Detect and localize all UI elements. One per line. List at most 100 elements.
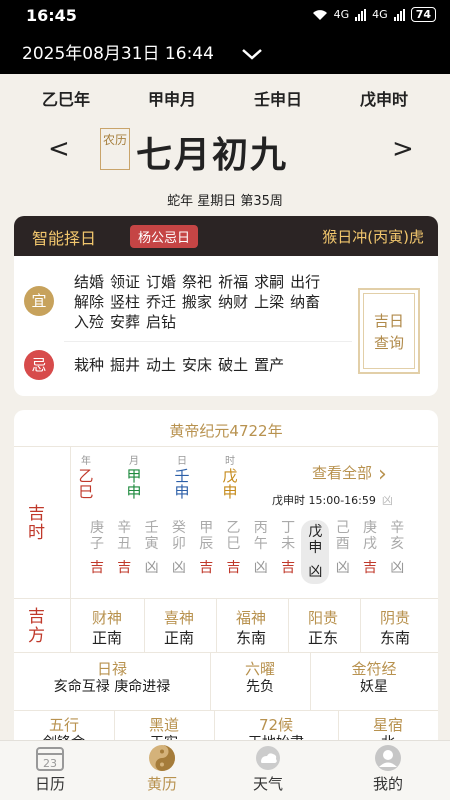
direction-value: 东南 <box>235 629 266 647</box>
hour-zhi: 未 <box>281 536 296 552</box>
tab-profile[interactable]: 我的 <box>338 743 438 794</box>
hour-zhi: 亥 <box>390 536 405 552</box>
xiu-key: 星宿 <box>372 716 403 734</box>
ji-item: 安床 <box>182 356 213 374</box>
current-hour: 戊申时 15:00-16:59 凶 <box>272 492 393 508</box>
lunar-badge: 农历 <box>100 128 130 170</box>
direction-value: 正南 <box>163 629 194 647</box>
hour-gan: 甲 <box>199 520 214 536</box>
direction-value: 正南 <box>91 629 122 647</box>
direction-value: 正东 <box>307 629 338 647</box>
hour-item[interactable]: 甲辰吉 <box>193 520 219 576</box>
hour-zhi: 申 <box>308 540 323 556</box>
direction-key: 阴贵 <box>379 609 410 627</box>
tab-calendar[interactable]: 23 日历 <box>0 743 100 794</box>
divider <box>14 598 438 599</box>
yi-item: 求嗣 <box>254 273 285 291</box>
current-hour-status: 凶 <box>381 494 393 507</box>
yi-item: 搬家 <box>182 293 213 311</box>
zodiac-year: 蛇年 <box>167 194 194 209</box>
chevron-down-icon[interactable] <box>241 45 263 64</box>
tab-calendar-label: 日历 <box>34 775 65 793</box>
pillar-zhi: 申 <box>174 483 190 501</box>
lunar-date: 七月初九 <box>136 135 289 176</box>
hour-zhi: 巳 <box>226 536 241 552</box>
tab-almanac[interactable]: 黄历 <box>112 743 212 794</box>
hour-item[interactable]: 庚戌吉 <box>357 520 383 576</box>
chevron-right-icon: › <box>378 462 387 487</box>
pillar-gan: 戊 <box>222 467 238 485</box>
hour-st: 吉 <box>363 560 377 576</box>
ji-item: 栽种 <box>74 356 105 374</box>
current-datetime[interactable]: 2025年08月31日 16:44 <box>22 39 214 64</box>
hour-st: 吉 <box>117 560 132 576</box>
tab-almanac-label: 黄历 <box>146 775 177 793</box>
hour-st: 凶 <box>390 560 405 576</box>
hour-gan: 己 <box>335 520 350 536</box>
hour-gan: 丁 <box>281 520 296 536</box>
hour-zhi: 子 <box>90 536 104 552</box>
divider <box>14 652 438 653</box>
divider <box>70 598 71 652</box>
hour-item[interactable]: 己酉凶 <box>330 520 356 576</box>
lucky-day-query-label: 吉日查询 <box>373 312 404 352</box>
hour-st: 凶 <box>171 560 186 576</box>
hour-item[interactable]: 壬寅凶 <box>139 520 165 576</box>
calendar-icon: 23 <box>0 743 100 773</box>
pillar-1: 月甲申 <box>122 456 146 500</box>
view-all-link[interactable]: 查看全部 › <box>312 462 387 487</box>
pillar-gan: 乙 <box>78 467 94 485</box>
tab-weather[interactable]: 天气 <box>218 743 318 794</box>
huangdi-era: 黄帝纪元4722年 <box>169 422 283 440</box>
yi-badge: 宜 <box>24 286 54 316</box>
hour-gan: 庚 <box>363 520 377 536</box>
divider <box>14 710 438 711</box>
hour-item[interactable]: 丁未吉 <box>275 520 301 576</box>
yi-item: 纳畜 <box>290 293 321 311</box>
hour-st: 吉 <box>226 560 241 576</box>
ji-item: 破土 <box>218 356 249 374</box>
hour-item[interactable]: 丙午凶 <box>248 520 274 576</box>
prev-day-button[interactable]: < <box>48 134 70 164</box>
divider <box>288 598 289 652</box>
yiji-card[interactable]: 智能择日 杨公忌日 猴日冲(丙寅)虎 宜 结婚 领证 订婚 祭祀 祈福 求嗣 出行解除 竖柱乔… <box>14 216 438 396</box>
ji-list: 栽种 掘井 动土 安床 破土 置产 <box>74 354 354 375</box>
pillar-gan: 甲 <box>126 467 142 485</box>
hour-list[interactable]: 庚子吉辛丑吉壬寅凶癸卯凶甲辰吉乙巳吉丙午凶丁未吉戊申凶己酉凶庚戌吉辛亥凶 <box>84 520 434 600</box>
hour-item[interactable]: 辛亥凶 <box>384 520 410 576</box>
direction-item: 阳贵 正东 <box>288 608 358 648</box>
hour-item[interactable]: 庚子吉 <box>84 520 110 576</box>
ji-item: 动土 <box>146 356 177 374</box>
bottom-tab-bar: 23 日历 黄历 天气 我的 <box>0 740 450 800</box>
next-day-button[interactable]: > <box>392 134 414 164</box>
hour-item[interactable]: 辛丑吉 <box>111 520 137 576</box>
hour-item[interactable]: 乙巳吉 <box>221 520 247 576</box>
yanggong-badge: 杨公忌日 <box>130 225 199 248</box>
pillar-2: 日壬申 <box>170 456 194 500</box>
hour-zhi: 寅 <box>144 536 159 552</box>
hour-st: 吉 <box>199 560 214 576</box>
hour-st: 凶 <box>335 560 350 576</box>
smart-date-select-link[interactable]: 智能择日 <box>32 225 96 249</box>
hour-zhi: 辰 <box>199 536 214 552</box>
yi-item: 解除 <box>74 293 105 311</box>
liuyao-value: 先负 <box>246 679 274 695</box>
ganzhi-row: 乙巳年 甲申月 壬申日 戊申时 <box>0 86 450 112</box>
yi-item: 纳财 <box>218 293 249 311</box>
rilu-key: 日禄 <box>96 660 127 678</box>
direction-item: 阴贵 东南 <box>360 608 430 648</box>
hour-item[interactable]: 戊申凶 <box>301 520 330 584</box>
yi-item: 领证 <box>110 273 141 291</box>
hour-item[interactable]: 癸卯凶 <box>166 520 192 576</box>
hour-gan: 辛 <box>390 520 405 536</box>
lucky-day-query-button[interactable]: 吉日查询 <box>358 288 420 374</box>
status-bar: 16:45 4G 4G 74 <box>0 0 450 30</box>
rilu-value: 亥命互禄 庚命进禄 <box>53 679 171 695</box>
pillar-zhi: 申 <box>126 483 142 501</box>
date-header[interactable]: 2025年08月31日 16:44 <box>0 30 450 74</box>
liuyao-key: 六曜 <box>244 660 275 678</box>
hour-gan: 癸 <box>171 520 186 536</box>
day-clash: 猴日冲(丙寅)虎 <box>322 228 424 246</box>
profile-icon <box>338 743 438 773</box>
hour-zhi: 卯 <box>171 536 186 552</box>
